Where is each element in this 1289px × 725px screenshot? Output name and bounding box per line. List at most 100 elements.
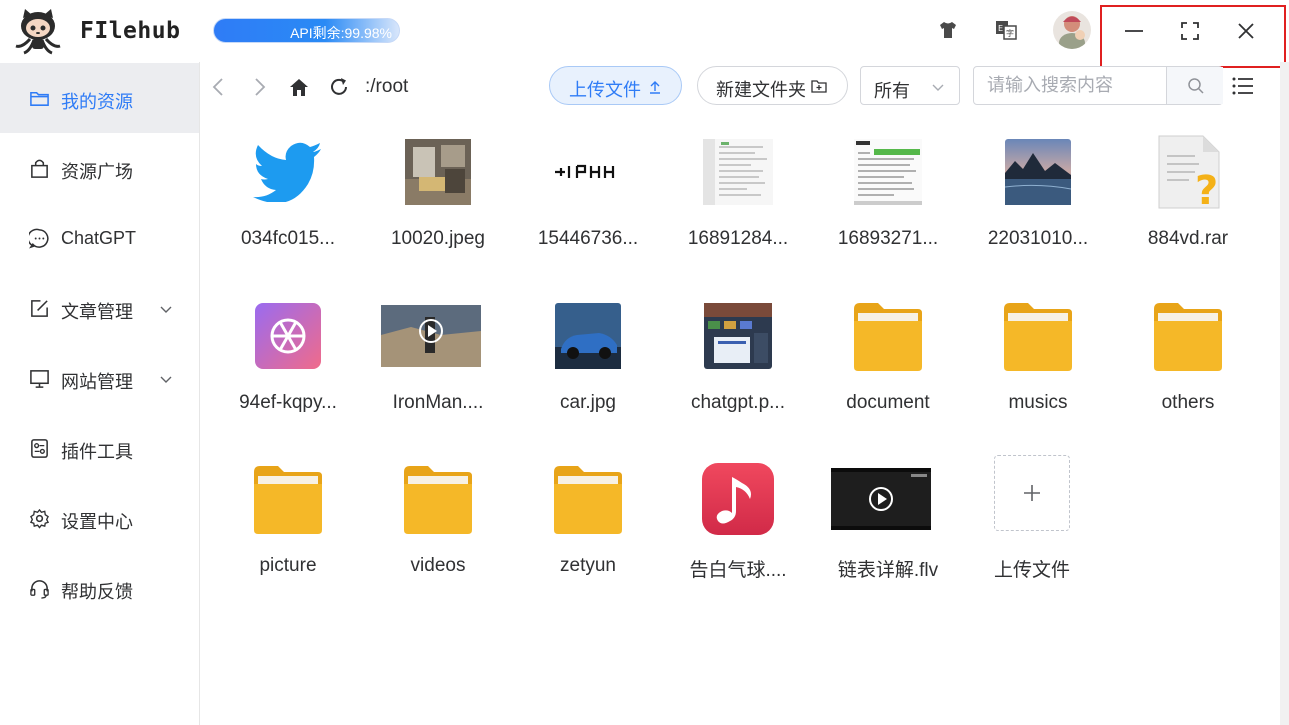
dark-screenshot-thumbnail — [698, 296, 778, 376]
translate-icon[interactable]: En 字 — [994, 18, 1018, 42]
file-tile[interactable]: 16891284... — [663, 120, 813, 280]
theme-shirt-icon[interactable] — [936, 18, 960, 42]
upload-file-button[interactable]: 上传文件 — [549, 66, 682, 105]
search-button[interactable] — [1166, 67, 1223, 104]
search-icon — [1188, 78, 1204, 94]
folder-tile[interactable]: zetyun — [513, 447, 663, 607]
sidebar-item-settings[interactable]: 设置中心 — [0, 483, 199, 553]
file-tile[interactable]: 10020.jpeg — [363, 120, 513, 280]
file-tile[interactable]: 链表详解.flv — [813, 447, 963, 607]
file-name: 16891284... — [687, 228, 789, 249]
app-title: FIlehub — [80, 18, 181, 44]
file-tile[interactable]: IronMan.... — [363, 284, 513, 444]
folder-name: picture — [259, 555, 317, 576]
folder-icon — [848, 296, 928, 376]
folder-tile[interactable]: picture — [213, 447, 363, 607]
file-name: 034fc015... — [240, 228, 336, 249]
file-tile[interactable]: chatgpt.p... — [663, 284, 813, 444]
sidebar-item-label: 网站管理 — [61, 372, 133, 392]
file-type-select[interactable]: 所有 — [860, 66, 960, 105]
folder-add-icon — [811, 80, 827, 93]
file-name: car.jpg — [560, 392, 616, 413]
unknown-file-icon: ? — [1148, 132, 1228, 212]
file-name: 告白气球.... — [689, 560, 787, 581]
video-thumbnail — [381, 296, 481, 376]
file-tile[interactable]: 94ef-kqpy... — [213, 284, 363, 444]
sidebar-item-plugin-tools[interactable]: 插件工具 — [0, 413, 199, 483]
video-dark-thumbnail — [831, 459, 931, 539]
upload-tile[interactable]: 上传文件 — [957, 447, 1107, 607]
minimize-icon[interactable] — [1122, 19, 1146, 43]
openai-logo-thumbnail — [248, 296, 328, 376]
file-toolbar: :/root 上传文件 新建文件夹 所有 — [200, 62, 1280, 112]
folder-name: zetyun — [560, 555, 616, 576]
sidebar-item-resource-square[interactable]: 资源广场 — [0, 133, 199, 203]
new-folder-button[interactable]: 新建文件夹 — [697, 66, 848, 105]
file-name: 16893271... — [837, 228, 939, 249]
back-arrow-icon[interactable] — [208, 76, 230, 98]
maximize-icon[interactable] — [1178, 19, 1202, 43]
plus-icon — [1024, 485, 1040, 501]
file-tile[interactable]: 22031010... — [963, 120, 1113, 280]
sidebar-item-website-management[interactable]: 网站管理 — [0, 343, 199, 413]
sidebar-item-article-management[interactable]: 文章管理 — [0, 273, 199, 343]
file-tile[interactable]: 034fc015... — [213, 120, 363, 280]
forward-arrow-icon[interactable] — [248, 76, 270, 98]
folder-icon — [998, 296, 1078, 376]
list-view-icon[interactable] — [1231, 74, 1255, 98]
file-tile[interactable]: car.jpg — [513, 284, 663, 444]
room-photo-thumbnail — [398, 132, 478, 212]
monitor-icon — [30, 370, 49, 388]
folder-icon — [248, 459, 328, 539]
octocat-logo-icon — [15, 9, 61, 55]
file-type-value: 所有 — [874, 81, 910, 101]
headset-icon — [30, 580, 49, 599]
folder-tile[interactable]: musics — [963, 284, 1113, 444]
folder-icon — [548, 459, 628, 539]
svg-text:字: 字 — [1006, 28, 1014, 38]
folder-name: videos — [410, 555, 466, 576]
file-tile[interactable]: 16893271... — [813, 120, 963, 280]
upload-tile-label: 上传文件 — [993, 560, 1070, 581]
sidebar-item-label: ChatGPT — [61, 228, 137, 248]
close-icon[interactable] — [1234, 19, 1258, 43]
folder-tile[interactable]: others — [1113, 284, 1263, 444]
upload-icon — [650, 81, 660, 94]
sidebar-item-label: 资源广场 — [61, 162, 133, 182]
sidebar-item-help-feedback[interactable]: 帮助反馈 — [0, 553, 199, 623]
sidebar-item-label: 帮助反馈 — [61, 582, 133, 602]
file-name: chatgpt.p... — [690, 392, 785, 413]
search-input[interactable] — [975, 68, 1165, 103]
plugin-icon — [31, 439, 48, 458]
gear-icon — [29, 508, 50, 529]
file-tile[interactable]: ? 884vd.rar — [1113, 120, 1263, 280]
refresh-icon[interactable] — [328, 76, 350, 98]
document-screenshot-thumbnail — [698, 132, 778, 212]
car-photo-thumbnail — [548, 296, 628, 376]
new-folder-label: 新建文件夹 — [716, 80, 806, 100]
sidebar-item-chatgpt[interactable]: ChatGPT — [0, 203, 199, 273]
home-icon[interactable] — [288, 76, 310, 98]
file-name: 884vd.rar — [1147, 228, 1229, 249]
folder-tile[interactable]: videos — [363, 447, 513, 607]
folder-tile[interactable]: document — [813, 284, 963, 444]
vertical-scrollbar[interactable] — [1280, 62, 1289, 725]
user-avatar[interactable] — [1053, 11, 1091, 49]
sidebar-item-my-resources[interactable]: 我的资源 — [0, 63, 199, 133]
sidebar-item-label: 设置中心 — [61, 512, 133, 532]
filehub-window: FIlehub API剩余:99.98% En 字 我的资源 资源广场 Chat… — [0, 0, 1289, 725]
folder-icon — [398, 459, 478, 539]
upload-placeholder — [994, 455, 1070, 531]
current-path: :/root — [365, 76, 409, 97]
text-image-thumbnail — [548, 132, 628, 212]
file-tile[interactable]: 告白气球.... — [663, 447, 813, 607]
upload-file-label: 上传文件 — [569, 80, 641, 100]
music-note-icon — [698, 459, 778, 539]
chevron-down-icon — [160, 376, 172, 383]
file-name: 10020.jpeg — [390, 228, 486, 249]
chevron-down-icon — [160, 306, 172, 313]
lake-photo-thumbnail — [998, 132, 1078, 212]
search-box — [973, 66, 1223, 105]
file-tile[interactable]: 15446736... — [513, 120, 663, 280]
api-quota-text: API剩余:99.98% — [290, 25, 392, 41]
